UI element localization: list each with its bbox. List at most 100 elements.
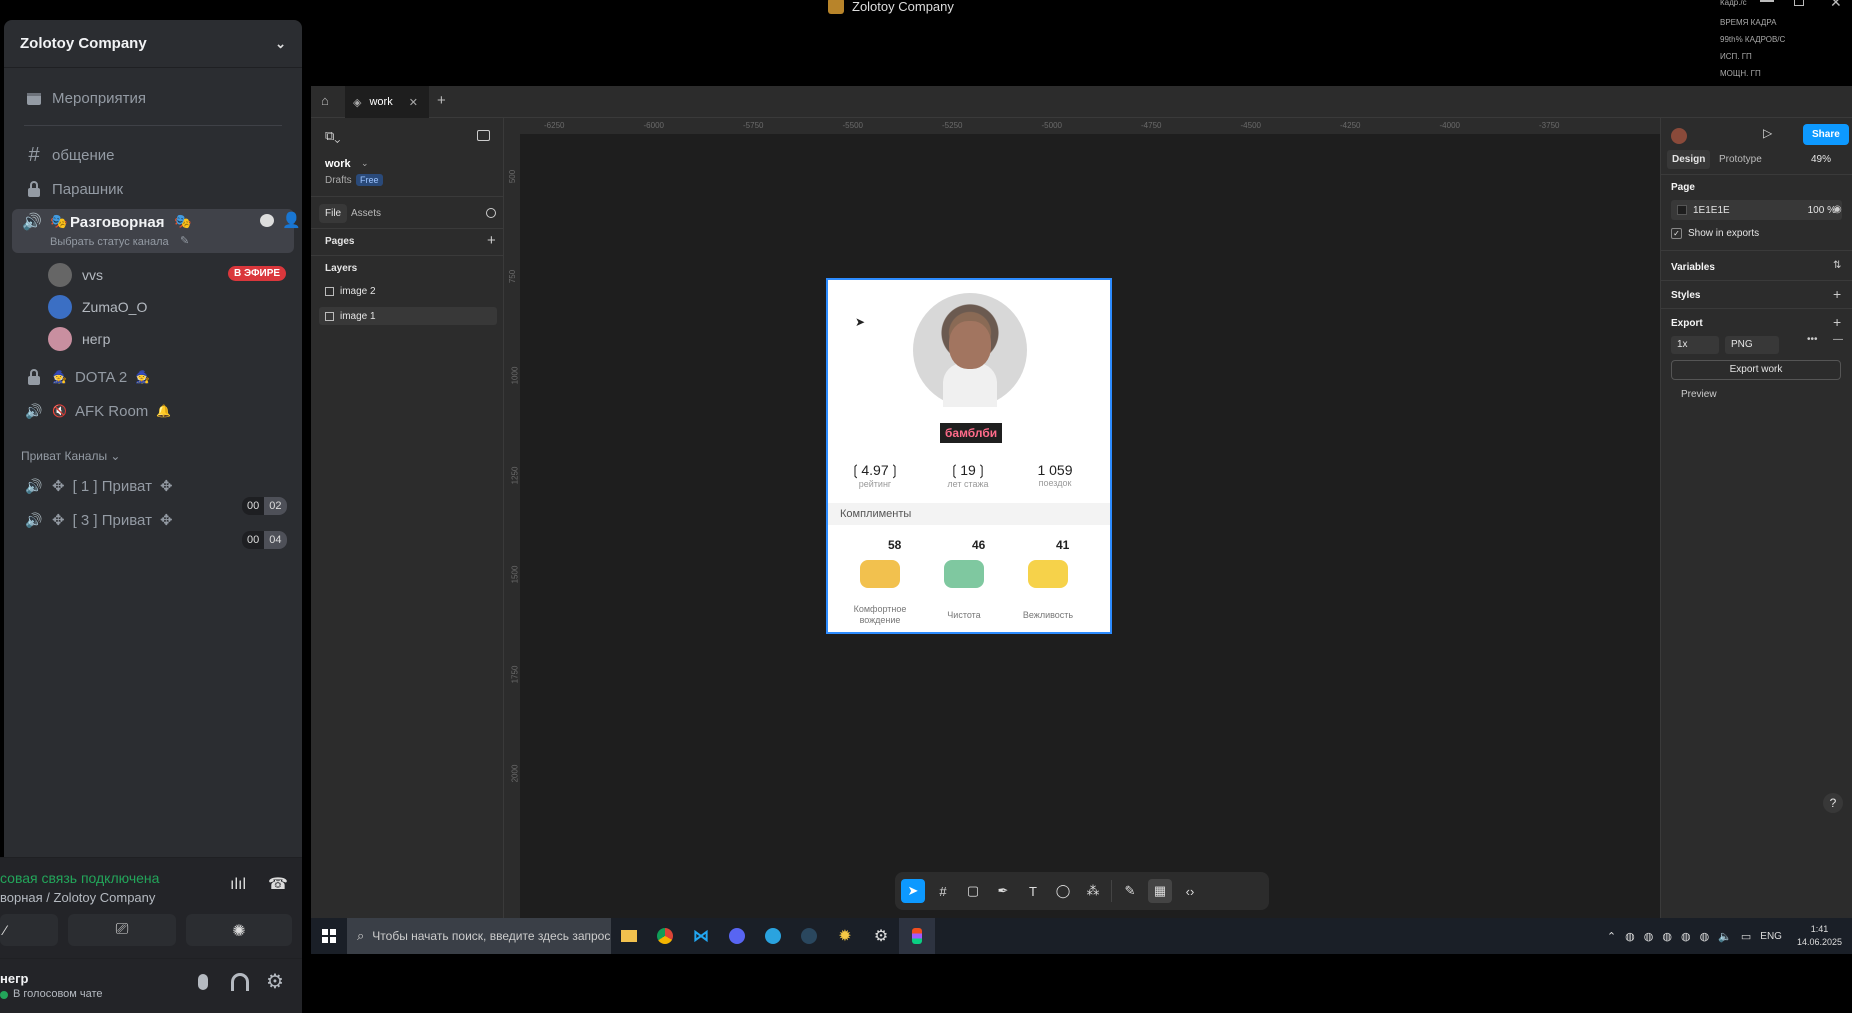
figma-app-icon[interactable] — [899, 918, 935, 954]
page-color-value: 1E1E1E — [1693, 204, 1730, 216]
channel-razgovornaya[interactable]: 🔊 🎭 Разговорная 🎭 Выбрать статус канала … — [12, 209, 301, 253]
voice-location[interactable]: ворная / Zolotoy Company — [0, 890, 155, 905]
channel-obshchenie[interactable]: # общение — [14, 139, 292, 171]
close-icon[interactable]: ✕ — [409, 96, 418, 109]
dev-mode-icon[interactable]: ‹› — [1178, 879, 1202, 903]
telegram-icon[interactable] — [755, 918, 791, 954]
windows-start-icon[interactable] — [311, 918, 347, 954]
taskbar-search[interactable]: ⌕ Чтобы начать поиск, введите здесь запр… — [347, 918, 611, 954]
tab-design[interactable]: Design — [1667, 150, 1711, 169]
chrome-icon[interactable] — [647, 918, 683, 954]
activity-button[interactable]: ✺ — [186, 914, 292, 946]
add-export-icon[interactable]: + — [1833, 314, 1841, 330]
language-indicator[interactable]: ENG — [1760, 931, 1782, 942]
share-button[interactable]: Share — [1803, 124, 1849, 145]
user-limit-pill: 00 04 — [242, 531, 287, 549]
add-user-icon[interactable]: 👤 — [282, 211, 301, 229]
tab-prototype[interactable]: Prototype — [1719, 154, 1762, 165]
avatar[interactable] — [1671, 128, 1687, 144]
help-button[interactable]: ? — [1823, 793, 1843, 813]
clock[interactable]: 1:41 14.06.2025 — [1797, 923, 1842, 949]
channel-status[interactable]: Выбрать статус канала — [50, 236, 169, 248]
comment-tool-icon[interactable]: ◯ — [1051, 879, 1075, 903]
drafts-label[interactable]: Drafts — [325, 175, 352, 186]
tab-file[interactable]: File — [319, 204, 348, 223]
remove-export-icon[interactable]: — — [1833, 334, 1843, 345]
voice-user-zuma[interactable]: ZumaO_O — [48, 295, 147, 319]
export-button[interactable]: Export work — [1671, 360, 1841, 380]
move-tool-icon[interactable]: ➤ — [901, 879, 925, 903]
add-style-icon[interactable]: + — [1833, 286, 1841, 302]
headphones-icon[interactable] — [231, 973, 249, 991]
network-icon[interactable]: ▭ — [1741, 930, 1751, 943]
steam-icon[interactable] — [791, 918, 827, 954]
design-mode-icon[interactable]: ▦ — [1148, 879, 1172, 903]
server-header[interactable]: Zolotoy Company ⌄ — [4, 20, 302, 68]
search-icon: ⌕ — [357, 928, 365, 943]
show-in-exports-checkbox[interactable]: ✓ Show in exports — [1671, 228, 1842, 239]
channel-afk[interactable]: 🔊 🔇 AFK Room 🔔 — [14, 395, 292, 427]
home-icon[interactable]: ⌂ — [321, 93, 329, 108]
file-explorer-icon[interactable] — [611, 918, 647, 954]
soundwave-icon[interactable]: ılıl — [230, 876, 246, 894]
lock-icon — [24, 179, 44, 199]
channel-parashnik[interactable]: Парашник — [14, 173, 292, 205]
discord-icon[interactable] — [719, 918, 755, 954]
channel-dota2[interactable]: 🧙 DOTA 2 🧙 — [14, 361, 292, 393]
zoom-level[interactable]: 49% — [1811, 154, 1831, 165]
tray-app-icon[interactable]: ◍ — [1644, 930, 1654, 943]
new-tab-icon[interactable]: + — [437, 92, 446, 109]
tray-app-icon[interactable]: ◍ — [1681, 930, 1691, 943]
disconnect-icon[interactable]: ☎ — [268, 874, 288, 894]
stat-rating: ❲4.97❳ рейтинг — [846, 462, 904, 489]
category-private[interactable]: Приват Каналы ⌄ — [21, 449, 120, 463]
layer-image-1[interactable]: image 1 — [319, 307, 497, 325]
voice-user-vvs[interactable]: vvs — [48, 263, 103, 287]
page-color-field[interactable]: 1E1E1E 100 % — [1671, 200, 1842, 220]
figma-tabbar: ⌂ ◈ work ✕ + — [311, 86, 1852, 118]
tray-app-icon[interactable]: ◍ — [1662, 930, 1672, 943]
overlay-header: Кадр./с — [1720, 0, 1747, 7]
components-tool-icon[interactable]: ⁂ — [1081, 879, 1105, 903]
search-icon[interactable] — [486, 208, 496, 218]
tray-chevron-icon[interactable]: ⌃ — [1607, 930, 1616, 943]
sidebar-toggle-icon[interactable] — [477, 130, 490, 141]
eye-icon[interactable]: ◉ — [1833, 204, 1842, 215]
export-format-select[interactable]: PNG — [1725, 336, 1779, 354]
present-icon[interactable]: ▷ — [1763, 126, 1772, 140]
more-options-icon[interactable]: ••• — [1807, 334, 1818, 345]
gear-icon[interactable]: ⚙ — [266, 969, 284, 994]
export-scale-select[interactable]: 1x — [1671, 336, 1719, 354]
user-name[interactable]: негр — [0, 971, 28, 986]
volume-icon[interactable]: 🔈 — [1718, 930, 1732, 943]
pages-label[interactable]: Pages — [325, 236, 354, 247]
chat-icon[interactable] — [260, 214, 274, 227]
artboard-image-1[interactable]: ➤ бамблби ❲4.97❳ рейтинг ❲19❳ лет стажа … — [826, 278, 1112, 634]
figma-menu-icon[interactable]: ⧉⌄ — [325, 128, 340, 144]
variables-settings-icon[interactable]: ⇅ — [1833, 260, 1841, 271]
tab-assets[interactable]: Assets — [351, 208, 381, 219]
file-name[interactable]: work — [325, 158, 351, 170]
tray-app-icon[interactable]: ◍ — [1625, 930, 1635, 943]
vscode-icon[interactable]: ⋈ — [683, 918, 719, 954]
voice-user-negr[interactable]: негр — [48, 327, 110, 351]
rectangle-tool-icon[interactable]: ▢ — [961, 879, 985, 903]
microphone-icon[interactable] — [198, 974, 208, 990]
checkbox-label: Show in exports — [1688, 228, 1760, 239]
add-page-icon[interactable]: + — [487, 232, 496, 249]
preview-toggle[interactable]: Preview — [1681, 389, 1717, 400]
screen-share-button[interactable]: ⎚ — [68, 914, 176, 946]
speaker-icon: 🔊 — [25, 477, 43, 494]
frame-tool-icon[interactable]: # — [931, 879, 955, 903]
layer-image-2[interactable]: image 2 — [319, 282, 497, 300]
tab-work[interactable]: ◈ work ✕ — [345, 86, 429, 118]
draw-mode-icon[interactable]: ✎ — [1118, 879, 1142, 903]
app-sun-icon[interactable]: ✹ — [827, 918, 863, 954]
app-settings-icon[interactable]: ⚙ — [863, 918, 899, 954]
text-tool-icon[interactable]: T — [1021, 879, 1045, 903]
camera-button[interactable]: ⁄ — [0, 914, 58, 946]
color-swatch — [1677, 205, 1687, 215]
pen-tool-icon[interactable]: ✒ — [991, 879, 1015, 903]
tray-app-icon[interactable]: ◍ — [1700, 930, 1710, 943]
events-item[interactable]: Мероприятия — [14, 82, 292, 114]
